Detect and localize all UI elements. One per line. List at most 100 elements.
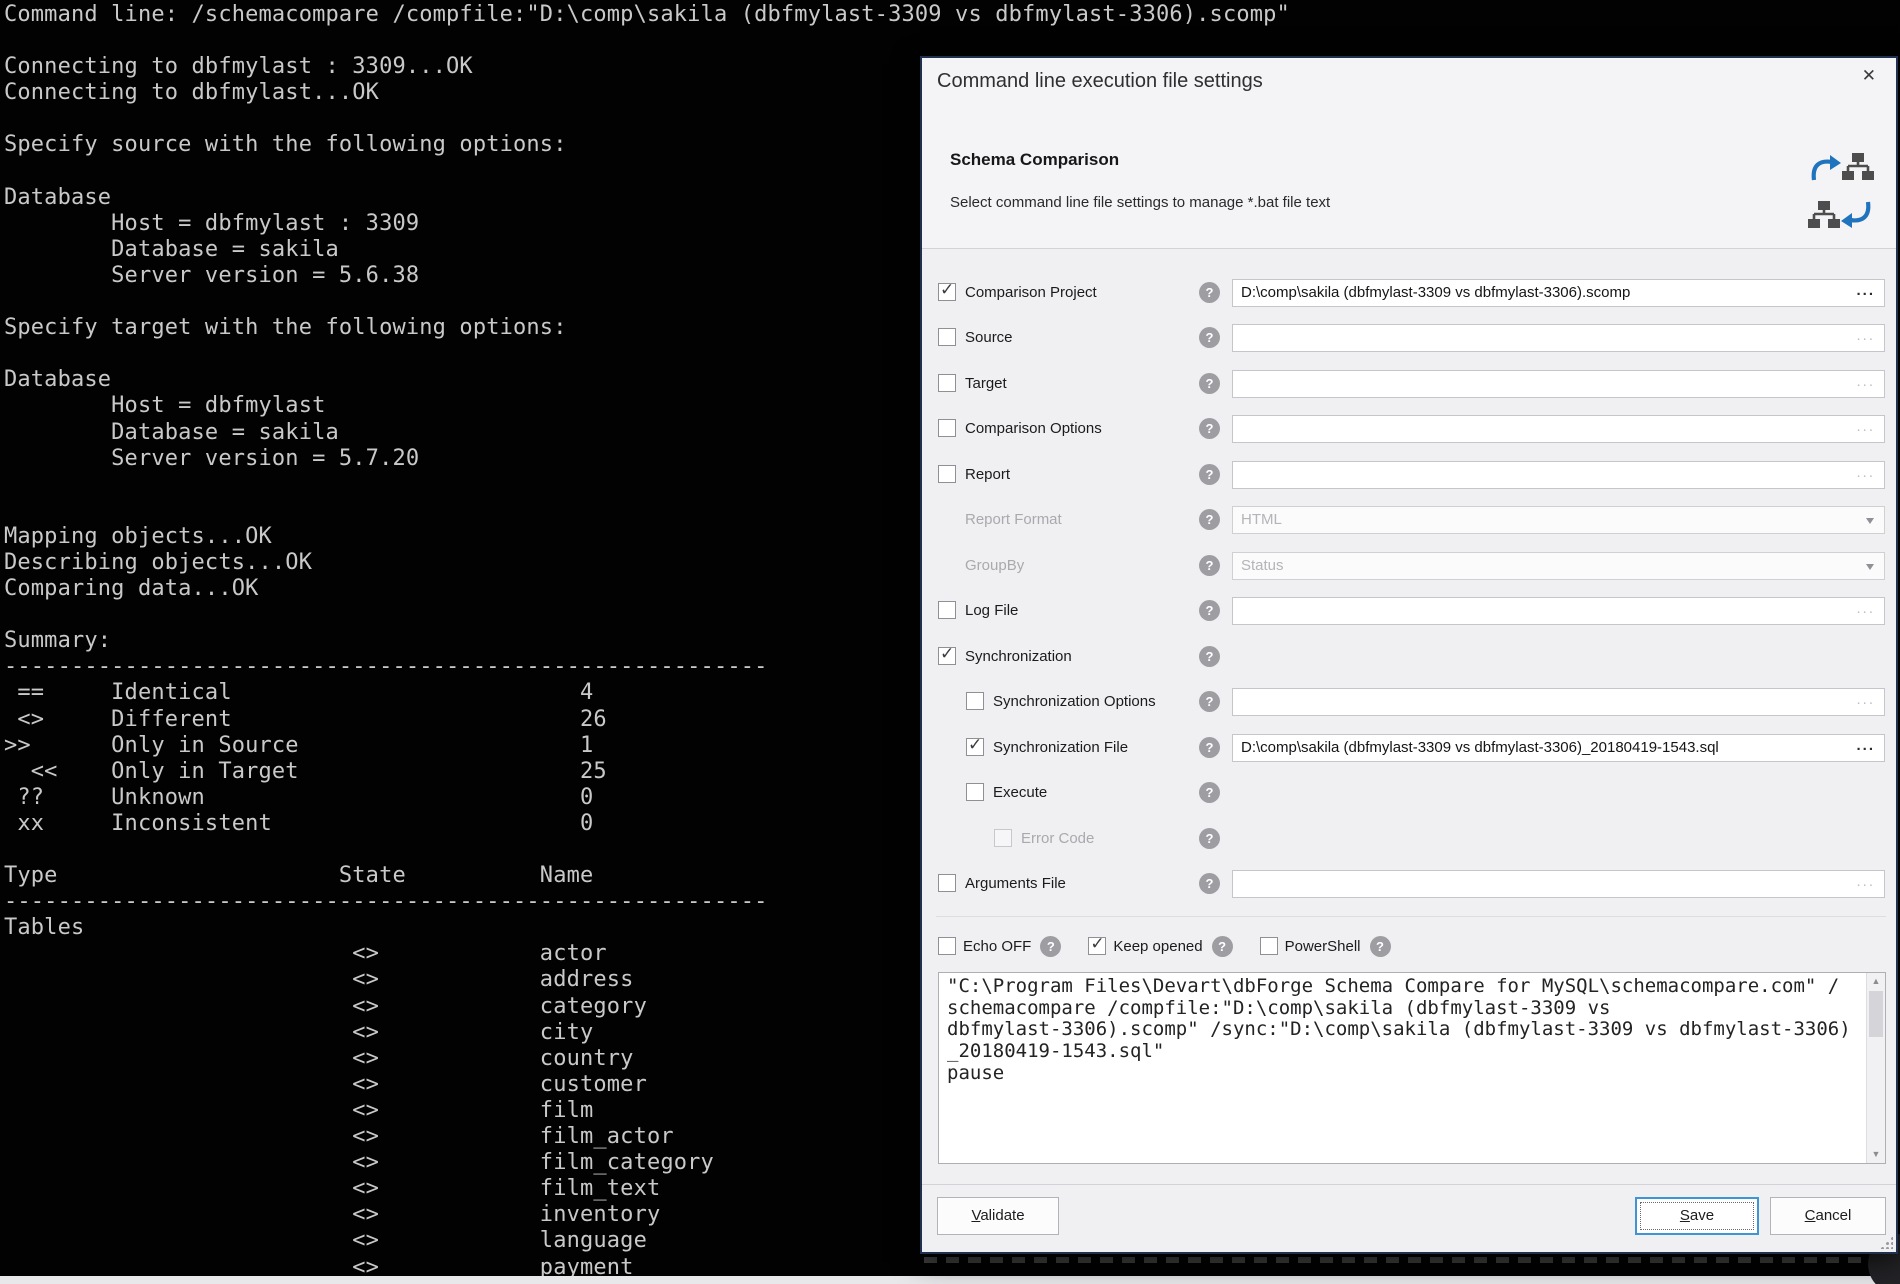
execute-label: Execute xyxy=(993,784,1047,801)
report-label: Report xyxy=(965,466,1010,483)
comparison-project-checkbox[interactable]: ✓ xyxy=(938,283,956,301)
comparison-options-label: Comparison Options xyxy=(965,420,1102,437)
groupby-dropdown[interactable]: Status xyxy=(1232,552,1885,580)
report-format-dropdown[interactable]: HTML xyxy=(1232,506,1885,534)
browse-button[interactable]: ... xyxy=(1856,873,1875,890)
browse-button[interactable]: ... xyxy=(1856,282,1875,299)
arguments-file-field[interactable]: ... xyxy=(1232,870,1885,898)
checkmark-icon: ✓ xyxy=(1090,934,1104,954)
row-synchronization-options: Synchronization Options ? ... xyxy=(922,688,1896,716)
groupby-label: GroupBy xyxy=(965,557,1024,574)
execute-checkbox[interactable] xyxy=(966,783,984,801)
browse-button[interactable]: ... xyxy=(1856,373,1875,390)
target-field[interactable]: ... xyxy=(1232,370,1885,398)
resize-grip[interactable] xyxy=(1880,1236,1893,1249)
save-button[interactable]: Save xyxy=(1635,1197,1759,1235)
help-icon[interactable]: ? xyxy=(1199,464,1220,485)
schema-comparison-heading: Schema Comparison xyxy=(950,150,1119,170)
console-dashed-line-fragment xyxy=(924,1257,1896,1263)
comparison-options-field[interactable]: ... xyxy=(1232,415,1885,443)
arguments-file-label: Arguments File xyxy=(965,875,1066,892)
target-label: Target xyxy=(965,375,1007,392)
group-separator xyxy=(936,916,1886,917)
help-icon[interactable]: ? xyxy=(1199,509,1220,530)
validate-button[interactable]: Validate xyxy=(937,1197,1059,1235)
scrollbar-thumb[interactable] xyxy=(1869,991,1883,1037)
help-icon[interactable]: ? xyxy=(1199,282,1220,303)
scroll-up-icon[interactable]: ▲ xyxy=(1867,973,1885,990)
browse-button[interactable]: ... xyxy=(1856,327,1875,344)
row-comparison-project: ✓ Comparison Project ? D:\comp\sakila (d… xyxy=(922,279,1896,307)
synchronization-checkbox[interactable]: ✓ xyxy=(938,647,956,665)
browse-button[interactable]: ... xyxy=(1856,418,1875,435)
help-icon[interactable]: ? xyxy=(1199,327,1220,348)
row-error-code: Error Code ? xyxy=(922,825,1896,853)
checkmark-icon: ✓ xyxy=(968,735,982,755)
row-report-format: Report Format ? HTML xyxy=(922,506,1896,534)
header-separator xyxy=(922,248,1896,249)
help-icon[interactable]: ? xyxy=(1199,782,1220,803)
log-file-field[interactable]: ... xyxy=(1232,597,1885,625)
target-checkbox[interactable] xyxy=(938,374,956,392)
help-icon[interactable]: ? xyxy=(1199,691,1220,712)
source-checkbox[interactable] xyxy=(938,328,956,346)
chevron-down-icon xyxy=(1866,518,1874,524)
scroll-down-icon[interactable]: ▼ xyxy=(1867,1146,1885,1163)
browse-button[interactable]: ... xyxy=(1856,464,1875,481)
groupby-value: Status xyxy=(1241,557,1284,574)
schema-compare-icon xyxy=(1808,152,1874,230)
report-checkbox[interactable] xyxy=(938,465,956,483)
row-comparison-options: Comparison Options ? ... xyxy=(922,415,1896,443)
synchronization-label: Synchronization xyxy=(965,648,1072,665)
error-code-label: Error Code xyxy=(1021,830,1094,847)
help-icon[interactable]: ? xyxy=(1370,936,1391,957)
synchronization-options-field[interactable]: ... xyxy=(1232,688,1885,716)
echo-off-checkbox[interactable] xyxy=(938,937,956,955)
keep-opened-label: Keep opened xyxy=(1113,938,1202,955)
comparison-options-checkbox[interactable] xyxy=(938,419,956,437)
browse-button[interactable]: ... xyxy=(1856,600,1875,617)
error-code-checkbox[interactable] xyxy=(994,829,1012,847)
source-label: Source xyxy=(965,329,1013,346)
help-icon[interactable]: ? xyxy=(1212,936,1233,957)
browse-button[interactable]: ... xyxy=(1856,691,1875,708)
help-icon[interactable]: ? xyxy=(1199,418,1220,439)
screen: Command line: /schemacompare /compfile:"… xyxy=(0,0,1900,1284)
help-icon[interactable]: ? xyxy=(1199,737,1220,758)
bat-text-content: "C:\Program Files\Devart\dbForge Schema … xyxy=(947,976,1842,1085)
synchronization-options-checkbox[interactable] xyxy=(966,692,984,710)
screen-bottom-strip xyxy=(0,1276,1900,1284)
report-field[interactable]: ... xyxy=(1232,461,1885,489)
footer-separator xyxy=(922,1184,1896,1185)
bat-text-editor[interactable]: "C:\Program Files\Devart\dbForge Schema … xyxy=(938,972,1886,1164)
help-icon[interactable]: ? xyxy=(1199,646,1220,667)
help-icon[interactable]: ? xyxy=(1199,555,1220,576)
synchronization-file-field[interactable]: D:\comp\sakila (dbfmylast-3309 vs dbfmyl… xyxy=(1232,734,1885,762)
row-source: Source ? ... xyxy=(922,324,1896,352)
help-icon[interactable]: ? xyxy=(1199,373,1220,394)
chevron-down-icon xyxy=(1866,564,1874,570)
keep-opened-checkbox[interactable]: ✓ xyxy=(1088,937,1106,955)
synchronization-file-label: Synchronization File xyxy=(993,739,1128,756)
row-arguments-file: Arguments File ? ... xyxy=(922,870,1896,898)
synchronization-file-checkbox[interactable]: ✓ xyxy=(966,738,984,756)
help-icon[interactable]: ? xyxy=(1199,600,1220,621)
scrollbar[interactable]: ▲ ▼ xyxy=(1866,973,1885,1163)
help-icon[interactable]: ? xyxy=(1199,873,1220,894)
close-icon[interactable]: ✕ xyxy=(1862,66,1876,86)
arguments-file-checkbox[interactable] xyxy=(938,874,956,892)
help-icon[interactable]: ? xyxy=(1199,828,1220,849)
report-format-label: Report Format xyxy=(965,511,1062,528)
log-file-checkbox[interactable] xyxy=(938,601,956,619)
comparison-project-label: Comparison Project xyxy=(965,284,1097,301)
powershell-checkbox[interactable] xyxy=(1260,937,1278,955)
source-field[interactable]: ... xyxy=(1232,324,1885,352)
row-synchronization-file: ✓ Synchronization File ? D:\comp\sakila … xyxy=(922,734,1896,762)
browse-button[interactable]: ... xyxy=(1856,737,1875,754)
row-synchronization: ✓ Synchronization ? xyxy=(922,643,1896,671)
cancel-button[interactable]: Cancel xyxy=(1770,1197,1886,1235)
row-groupby: GroupBy ? Status xyxy=(922,552,1896,580)
dialog-subtitle: Select command line file settings to man… xyxy=(950,194,1330,211)
comparison-project-field[interactable]: D:\comp\sakila (dbfmylast-3309 vs dbfmyl… xyxy=(1232,279,1885,307)
help-icon[interactable]: ? xyxy=(1040,936,1061,957)
